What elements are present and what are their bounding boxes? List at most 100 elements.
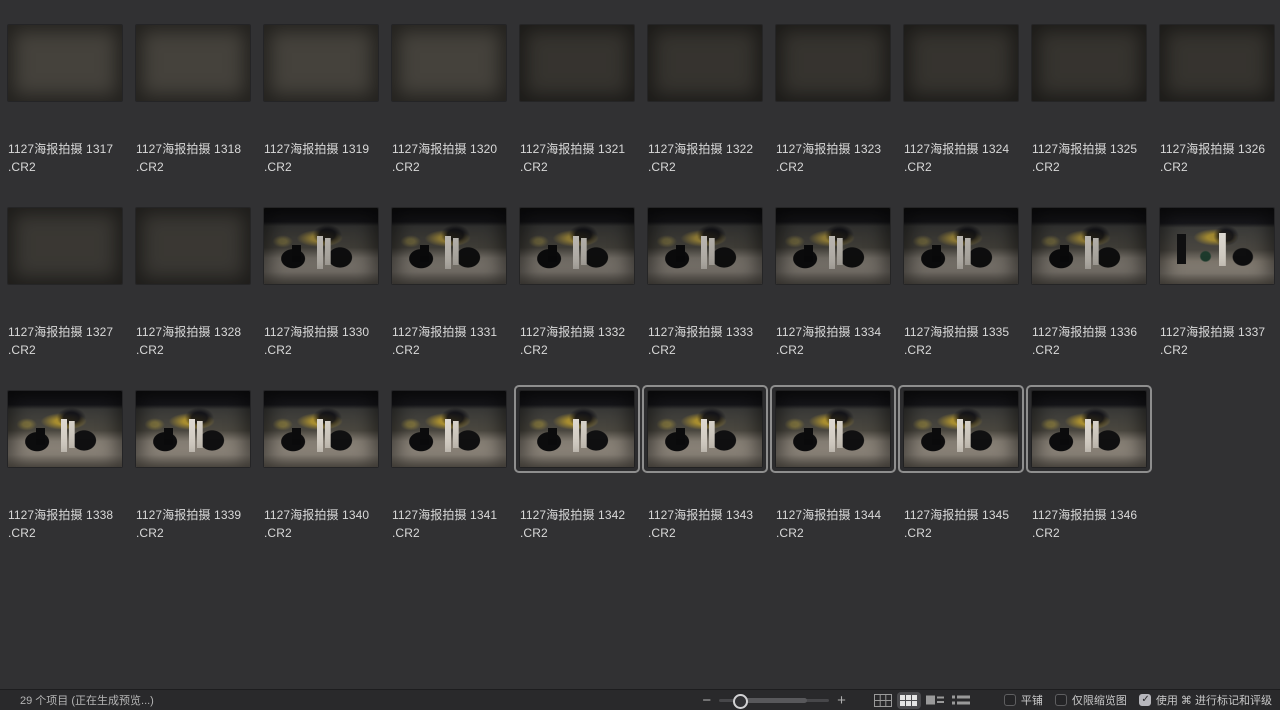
file-thumbnail[interactable] bbox=[776, 25, 890, 101]
file-item[interactable]: 1127海报拍摄 1328.CR2 bbox=[128, 208, 256, 391]
gallery-view-button[interactable] bbox=[871, 692, 895, 709]
file-extension-line: .CR2 bbox=[8, 158, 128, 176]
file-item[interactable]: 1127海报拍摄 1327.CR2 bbox=[0, 208, 128, 391]
file-thumbnail[interactable] bbox=[904, 391, 1018, 467]
file-item[interactable]: 1127海报拍摄 1333.CR2 bbox=[640, 208, 768, 391]
file-thumbnail[interactable] bbox=[264, 391, 378, 467]
file-item[interactable]: 1127海报拍摄 1322.CR2 bbox=[640, 25, 768, 208]
file-extension-line: .CR2 bbox=[776, 341, 896, 359]
file-thumbnail[interactable] bbox=[8, 25, 122, 101]
file-item[interactable]: 1127海报拍摄 1339.CR2 bbox=[128, 391, 256, 574]
file-item[interactable]: 1127海报拍摄 1345.CR2 bbox=[896, 391, 1024, 574]
file-name: 1127海报拍摄 1340.CR2 bbox=[264, 506, 384, 542]
file-item[interactable]: 1127海报拍摄 1319.CR2 bbox=[256, 25, 384, 208]
zoom-in-button[interactable]: + bbox=[835, 693, 848, 708]
file-item[interactable]: 1127海报拍摄 1324.CR2 bbox=[896, 25, 1024, 208]
file-item[interactable]: 1127海报拍摄 1323.CR2 bbox=[768, 25, 896, 208]
file-thumbnail[interactable] bbox=[136, 25, 250, 101]
file-extension-line: .CR2 bbox=[520, 341, 640, 359]
file-thumbnail[interactable] bbox=[904, 208, 1018, 284]
photo-preview bbox=[776, 208, 890, 284]
file-thumbnail[interactable] bbox=[520, 391, 634, 467]
option-checkboxes: 平铺 仅限缩览图 使用 ⌘ 进行标记和评级 bbox=[992, 692, 1272, 708]
photo-preview bbox=[264, 208, 378, 284]
file-extension-line: .CR2 bbox=[776, 524, 896, 542]
file-thumbnail[interactable] bbox=[136, 391, 250, 467]
thumbnails-only-checkbox-label[interactable]: 仅限缩览图 bbox=[1072, 692, 1127, 708]
file-item[interactable]: 1127海报拍摄 1321.CR2 bbox=[512, 25, 640, 208]
file-thumbnail[interactable] bbox=[392, 391, 506, 467]
file-thumbnail[interactable] bbox=[520, 25, 634, 101]
file-item[interactable]: 1127海报拍摄 1325.CR2 bbox=[1024, 25, 1152, 208]
photo-preview bbox=[904, 208, 1018, 284]
file-thumbnail[interactable] bbox=[648, 208, 762, 284]
tile-option[interactable]: 平铺 bbox=[1004, 692, 1043, 708]
cmd-rating-checkbox[interactable] bbox=[1139, 694, 1151, 706]
file-name: 1127海报拍摄 1333.CR2 bbox=[648, 323, 768, 359]
zoom-out-button[interactable]: − bbox=[700, 693, 713, 708]
file-thumbnail[interactable] bbox=[904, 25, 1018, 101]
file-thumbnail[interactable] bbox=[648, 391, 762, 467]
file-name-line1: 1127海报拍摄 1330 bbox=[264, 323, 384, 341]
file-item[interactable]: 1127海报拍摄 1320.CR2 bbox=[384, 25, 512, 208]
file-item[interactable]: 1127海报拍摄 1337.CR2 bbox=[1152, 208, 1280, 391]
file-item[interactable]: 1127海报拍摄 1331.CR2 bbox=[384, 208, 512, 391]
tile-checkbox-label[interactable]: 平铺 bbox=[1021, 692, 1043, 708]
file-item[interactable]: 1127海报拍摄 1340.CR2 bbox=[256, 391, 384, 574]
cmd-rating-option[interactable]: 使用 ⌘ 进行标记和评级 bbox=[1139, 692, 1272, 708]
photo-preview bbox=[648, 391, 762, 467]
file-item[interactable]: 1127海报拍摄 1317.CR2 bbox=[0, 25, 128, 208]
file-thumbnail[interactable] bbox=[648, 25, 762, 101]
thumbnails-only-option[interactable]: 仅限缩览图 bbox=[1055, 692, 1127, 708]
file-name: 1127海报拍摄 1319.CR2 bbox=[264, 140, 384, 176]
photo-preview bbox=[904, 25, 1018, 101]
file-name-line1: 1127海报拍摄 1338 bbox=[8, 506, 128, 524]
slider-knob[interactable] bbox=[733, 694, 748, 709]
photo-preview bbox=[136, 208, 250, 284]
list-thumbnail-view-button[interactable] bbox=[923, 692, 947, 709]
file-thumbnail[interactable] bbox=[264, 208, 378, 284]
file-item[interactable]: 1127海报拍摄 1346.CR2 bbox=[1024, 391, 1152, 574]
photo-preview bbox=[1032, 25, 1146, 101]
file-item[interactable]: 1127海报拍摄 1344.CR2 bbox=[768, 391, 896, 574]
file-thumbnail[interactable] bbox=[392, 25, 506, 101]
file-name-line1: 1127海报拍摄 1342 bbox=[520, 506, 640, 524]
file-name: 1127海报拍摄 1342.CR2 bbox=[520, 506, 640, 542]
file-item[interactable]: 1127海报拍摄 1332.CR2 bbox=[512, 208, 640, 391]
file-thumbnail[interactable] bbox=[1160, 208, 1274, 284]
file-item[interactable]: 1127海报拍摄 1342.CR2 bbox=[512, 391, 640, 574]
file-thumbnail[interactable] bbox=[264, 25, 378, 101]
file-item[interactable]: 1127海报拍摄 1330.CR2 bbox=[256, 208, 384, 391]
photo-preview bbox=[1032, 208, 1146, 284]
file-thumbnail[interactable] bbox=[776, 208, 890, 284]
file-thumbnail[interactable] bbox=[1032, 208, 1146, 284]
file-item[interactable]: 1127海报拍摄 1341.CR2 bbox=[384, 391, 512, 574]
file-thumbnail[interactable] bbox=[520, 208, 634, 284]
file-item[interactable]: 1127海报拍摄 1318.CR2 bbox=[128, 25, 256, 208]
file-item[interactable]: 1127海报拍摄 1338.CR2 bbox=[0, 391, 128, 574]
file-thumbnail[interactable] bbox=[8, 208, 122, 284]
file-thumbnail[interactable] bbox=[392, 208, 506, 284]
thumbnails-only-checkbox[interactable] bbox=[1055, 694, 1067, 706]
thumbnail-size-slider[interactable] bbox=[719, 693, 829, 707]
file-thumbnail[interactable] bbox=[8, 391, 122, 467]
file-item[interactable]: 1127海报拍摄 1334.CR2 bbox=[768, 208, 896, 391]
tile-checkbox[interactable] bbox=[1004, 694, 1016, 706]
file-item[interactable]: 1127海报拍摄 1335.CR2 bbox=[896, 208, 1024, 391]
file-thumbnail[interactable] bbox=[1160, 25, 1274, 101]
file-thumbnail[interactable] bbox=[1032, 25, 1146, 101]
view-mode-buttons bbox=[870, 692, 974, 709]
file-name-line1: 1127海报拍摄 1323 bbox=[776, 140, 896, 158]
file-name-line1: 1127海报拍摄 1336 bbox=[1032, 323, 1152, 341]
file-thumbnail[interactable] bbox=[136, 208, 250, 284]
file-item[interactable]: 1127海报拍摄 1336.CR2 bbox=[1024, 208, 1152, 391]
file-item[interactable]: 1127海报拍摄 1326.CR2 bbox=[1152, 25, 1280, 208]
file-thumbnail[interactable] bbox=[1032, 391, 1146, 467]
list-view-button[interactable] bbox=[949, 692, 973, 709]
file-thumbnail[interactable] bbox=[776, 391, 890, 467]
status-bar-controls: − + bbox=[700, 692, 1280, 709]
cmd-rating-checkbox-label[interactable]: 使用 ⌘ 进行标记和评级 bbox=[1156, 692, 1272, 708]
grid-view-button[interactable] bbox=[897, 692, 921, 709]
file-name: 1127海报拍摄 1338.CR2 bbox=[8, 506, 128, 542]
file-item[interactable]: 1127海报拍摄 1343.CR2 bbox=[640, 391, 768, 574]
